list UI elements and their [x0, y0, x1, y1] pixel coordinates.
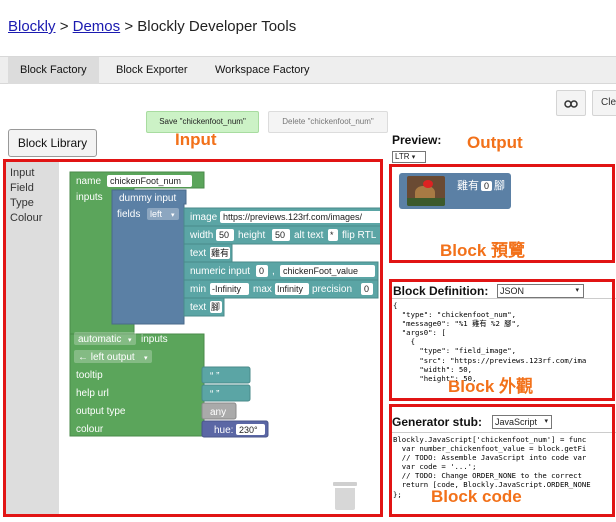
inputs-inline-label: inputs — [141, 334, 168, 345]
tab-block-exporter[interactable]: Block Exporter — [104, 57, 200, 84]
dropdown-arrow-icon: ▾ — [128, 337, 132, 344]
max-label: max — [253, 284, 272, 295]
numeric-comma: , — [272, 266, 275, 277]
height-label: height — [238, 230, 265, 241]
preview-block-text: 雞有 0 腳 — [457, 180, 506, 192]
input-annotation-label: Input — [175, 130, 217, 149]
generator-stub-title: Generator stub: — [392, 415, 483, 429]
numeric-name-value: chickenFoot_value — [283, 266, 358, 276]
colour-label: colour — [76, 424, 104, 435]
flip-rtl-label: flip RTL — [342, 230, 377, 241]
dropdown-arrow-icon: ▾ — [144, 355, 148, 362]
link-icon — [564, 100, 578, 108]
output-type-label: output type — [76, 406, 126, 417]
breadcrumb-blockly-link[interactable]: Blockly — [8, 18, 56, 35]
help-url-label: help url — [76, 388, 109, 399]
inputs-label: inputs — [76, 192, 103, 203]
tab-block-factory[interactable]: Block Factory — [8, 57, 99, 84]
alt-text-label: alt text — [294, 230, 324, 241]
type-any-label: any — [210, 407, 226, 418]
tab-bar: Block Factory Block Exporter Workspace F… — [0, 56, 616, 84]
preview-block[interactable]: 雞有 0 腳 — [399, 173, 511, 209]
output-annotation-label: Output — [467, 133, 523, 152]
code-annotation-label: Block code — [431, 487, 522, 506]
fields-label: fields — [117, 209, 140, 220]
chicken-image — [407, 176, 445, 206]
image-url-value: https://previews.123rf.com/images/ — [223, 212, 363, 222]
text-field-value-2: 腳 — [211, 302, 220, 312]
name-label: name — [76, 176, 101, 187]
hue-label: hue: — [214, 425, 233, 436]
name-value: chickenFoot_num — [110, 176, 181, 186]
dummy-input-label: dummy input — [119, 193, 176, 204]
tab-workspace-factory[interactable]: Workspace Factory — [203, 57, 322, 84]
appearance-annotation-label: Block 外觀 — [448, 377, 534, 396]
precision-label: precision — [312, 284, 352, 295]
block-definition-title: Block Definition: — [393, 284, 489, 298]
breadcrumb-separator: > — [124, 18, 134, 35]
hue-value: 230° — [239, 425, 258, 435]
max-value: Infinity — [277, 284, 304, 294]
link-button[interactable] — [556, 90, 586, 116]
tooltip-quote: “ ” — [210, 371, 219, 382]
inputs-inline-value: automatic — [78, 334, 121, 345]
delete-block-button[interactable]: Delete "chickenfoot_num" — [268, 111, 388, 133]
block-library-button[interactable]: Block Library — [8, 129, 97, 157]
width-value: 50 — [219, 230, 229, 240]
breadcrumb: Blockly > Demos > Blockly Developer Tool… — [8, 18, 296, 35]
height-value: 50 — [275, 230, 285, 240]
text-field-label: text — [190, 248, 206, 259]
image-field-label: image — [190, 212, 218, 223]
numeric-value: 0 — [259, 266, 264, 276]
clear-button[interactable]: Cle — [592, 90, 616, 116]
direction-select[interactable]: LTR ▾ — [392, 151, 426, 163]
definition-format-select[interactable]: JSON ▾ — [497, 284, 584, 298]
breadcrumb-separator: > — [59, 18, 69, 35]
alt-text-value: * — [330, 230, 334, 240]
preview-annotation-label: Block 預覽 — [440, 241, 526, 260]
tooltip-label: tooltip — [76, 370, 103, 381]
text-field-value: 雞有 — [211, 247, 229, 258]
dropdown-arrow-icon: ▾ — [171, 212, 175, 219]
connections-value: ← left output — [78, 352, 135, 363]
page-title: Blockly Developer Tools — [137, 18, 297, 35]
fields-align-value: left — [150, 209, 163, 219]
block-factory-workspace[interactable]: Input Field Type Colour name chickenFoot… — [4, 160, 382, 516]
trash-icon[interactable] — [333, 482, 357, 510]
generator-language-select[interactable]: JavaScript ▾ — [492, 415, 552, 429]
factory-base-bottom[interactable] — [69, 333, 205, 437]
preview-number-field[interactable]: 0 — [481, 181, 493, 191]
preview-title: Preview: — [392, 133, 442, 147]
breadcrumb-demos-link[interactable]: Demos — [73, 18, 121, 35]
min-label: min — [190, 284, 206, 295]
help-url-quote: “ ” — [210, 389, 219, 400]
precision-value: 0 — [364, 284, 369, 294]
min-value: -Infinity — [212, 284, 242, 294]
text-field-label-2: text — [190, 302, 206, 313]
factory-blocks[interactable]: name chickenFoot_num inputs dummy input … — [4, 160, 382, 516]
width-label: width — [189, 230, 213, 241]
numeric-input-label: numeric input — [190, 266, 250, 277]
